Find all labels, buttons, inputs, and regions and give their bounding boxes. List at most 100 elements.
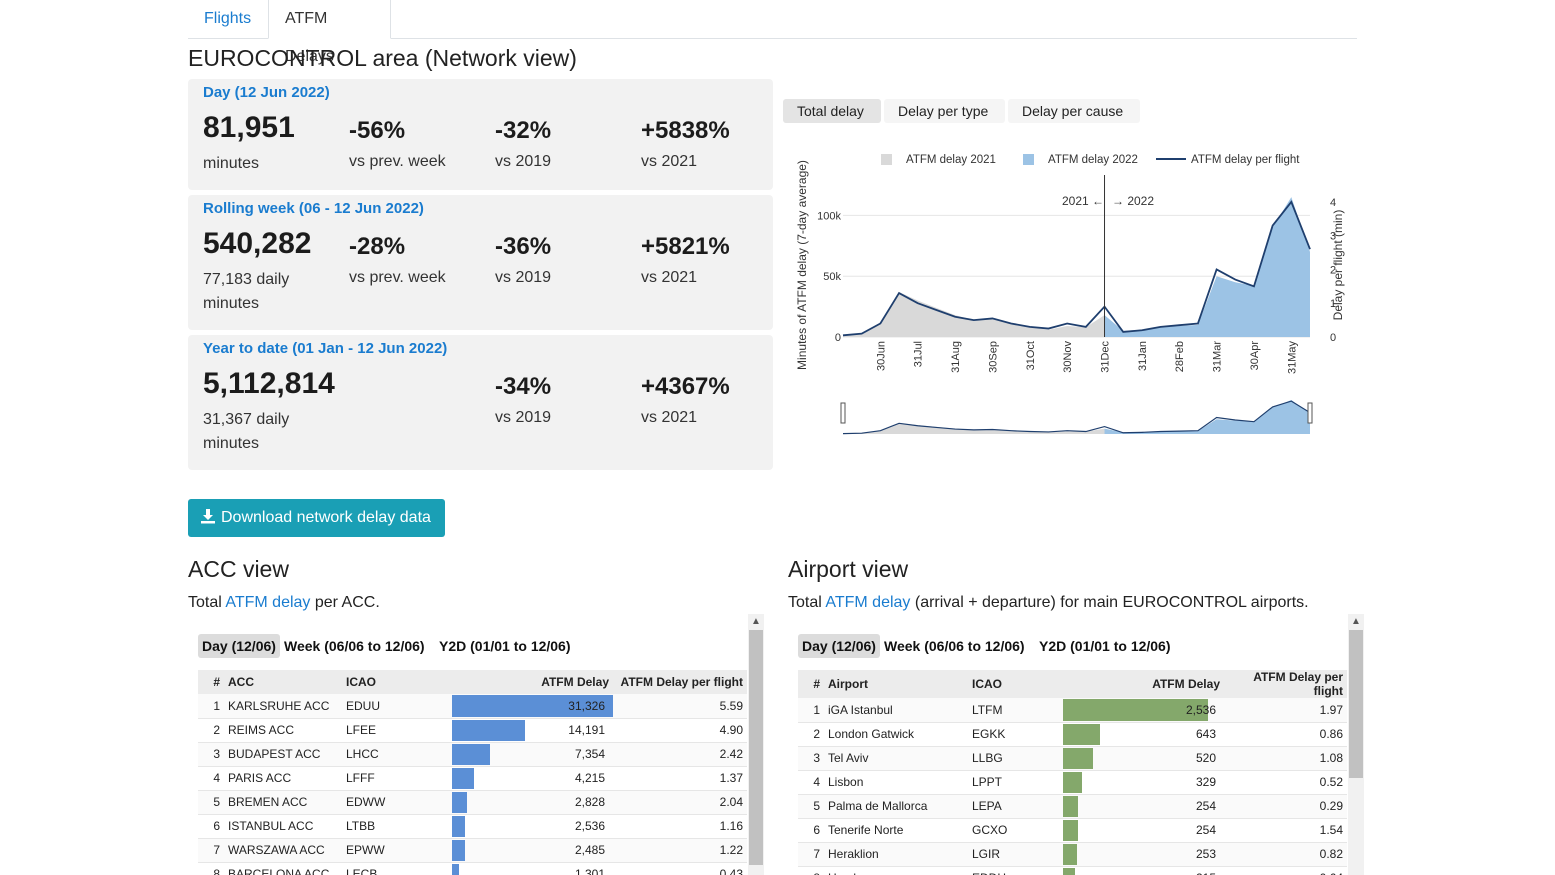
tab-atfm-delays[interactable]: ATFM Delays <box>268 0 391 65</box>
airport-row-delay: 329 <box>1063 770 1224 795</box>
acc-row-per-flight: 2.04 <box>613 790 747 815</box>
airport-table-header: # Airport ICAO ATFM Delay ATFM Delay per… <box>798 670 1347 698</box>
download-network-delay-button[interactable]: Download network delay data <box>188 499 445 537</box>
acc-row-delay: 4,215 <box>452 766 613 791</box>
acc-col-delay-per-flight[interactable]: ATFM Delay per flight <box>613 670 747 694</box>
tab-flights[interactable]: Flights <box>188 0 267 39</box>
acc-delay-value: 2,485 <box>574 843 605 857</box>
airport-row-rank: 3 <box>798 746 824 771</box>
acc-row-delay: 31,326 <box>452 694 613 719</box>
airport-col-rank[interactable]: # <box>798 670 824 698</box>
acc-row-delay: 2,536 <box>452 814 613 839</box>
airport-row-icao: LLBG <box>968 746 1063 771</box>
acc-desc-prefix: Total <box>188 594 226 611</box>
week-card: Rolling week (06 - 12 Jun 2022) 540,282 … <box>188 195 773 330</box>
airport-col-icao[interactable]: ICAO <box>968 670 1063 698</box>
legend-swatch-2022 <box>1023 154 1034 165</box>
legend-label-2021: ATFM delay 2021 <box>906 154 996 166</box>
airport-row-per-flight: 1.08 <box>1224 746 1347 771</box>
airport-col-delay-per-flight[interactable]: ATFM Delay per flight <box>1224 670 1347 698</box>
airport-table-row[interactable]: 6 Tenerife Norte GCXO 254 1.54 <box>798 818 1347 843</box>
acc-col-rank[interactable]: # <box>198 670 224 694</box>
day-vs2019-pct: -32% <box>495 117 552 144</box>
week-prev-week-pct: -28% <box>349 233 406 260</box>
airport-row-delay: 215 <box>1063 866 1224 875</box>
airport-row-per-flight: 0.29 <box>1224 794 1347 819</box>
airport-scrollbar-thumb[interactable] <box>1349 630 1363 778</box>
acc-delay-value: 2,828 <box>574 795 605 809</box>
chart-tab-total-delay[interactable]: Total delay <box>783 99 881 123</box>
airport-tab-week[interactable]: Week (06/06 to 12/06) <box>880 634 1029 658</box>
acc-table-row[interactable]: 8 BARCELONA ACC LECB 1,301 0.43 <box>198 862 747 875</box>
airport-row-name: Hamburg <box>824 866 968 875</box>
airport-table-row[interactable]: 2 London Gatwick EGKK 643 0.86 <box>798 722 1347 747</box>
divider-label-2022: → 2022 <box>1112 194 1154 208</box>
acc-table-row[interactable]: 2 REIMS ACC LFEE 14,191 4.90 <box>198 718 747 743</box>
airport-tab-y2d[interactable]: Y2D (01/01 to 12/06) <box>1035 634 1175 658</box>
acc-table-row[interactable]: 5 BREMEN ACC EDWW 2,828 2.04 <box>198 790 747 815</box>
acc-row-rank: 6 <box>198 814 224 839</box>
airport-row-rank: 8 <box>798 866 824 875</box>
acc-row-icao: EDWW <box>342 790 452 815</box>
airport-row-per-flight: 0.82 <box>1224 842 1347 867</box>
airport-table-row[interactable]: 5 Palma de Mallorca LEPA 254 0.29 <box>798 794 1347 819</box>
acc-scrollbar-thumb[interactable] <box>749 630 763 865</box>
chart-tab-delay-per-cause[interactable]: Delay per cause <box>1008 99 1140 123</box>
airport-atfm-delay-link[interactable]: ATFM delay <box>825 594 910 611</box>
week-vs2019-pct: -36% <box>495 233 552 260</box>
acc-table-row[interactable]: 1 KARLSRUHE ACC EDUU 31,326 5.59 <box>198 694 747 719</box>
airport-table-row[interactable]: 7 Heraklion LGIR 253 0.82 <box>798 842 1347 867</box>
airport-row-delay: 520 <box>1063 746 1224 771</box>
airport-scroll-up-icon[interactable]: ▲ <box>1348 614 1364 630</box>
x-tick-label: 31Oct <box>1025 341 1037 370</box>
airport-row-icao: GCXO <box>968 818 1063 843</box>
acc-table-row[interactable]: 6 ISTANBUL ACC LTBB 2,536 1.16 <box>198 814 747 839</box>
acc-row-name: ISTANBUL ACC <box>224 814 342 839</box>
y-tick-label: 50k <box>823 271 841 283</box>
airport-row-icao: EDDH <box>968 866 1063 875</box>
airport-row-rank: 1 <box>798 698 824 723</box>
range-handle-right <box>1307 402 1313 424</box>
acc-tab-week[interactable]: Week (06/06 to 12/06) <box>280 634 429 658</box>
airport-tab-day[interactable]: Day (12/06) <box>798 634 880 658</box>
airport-col-atfm-delay[interactable]: ATFM Delay <box>1063 670 1224 698</box>
ytd-daily-average: 31,367 daily minutes <box>203 411 290 452</box>
legend-label-per-flight: ATFM delay per flight <box>1191 154 1300 166</box>
acc-delay-value: 1,301 <box>574 867 605 875</box>
acc-row-per-flight: 2.42 <box>613 742 747 767</box>
acc-col-acc[interactable]: ACC <box>224 670 342 694</box>
airport-row-per-flight: 1.54 <box>1224 818 1347 843</box>
acc-atfm-delay-link[interactable]: ATFM delay <box>225 594 310 611</box>
day-card: Day (12 Jun 2022) 81,951 -56% -32% +5838… <box>188 79 773 190</box>
airport-delay-value: 254 <box>1195 799 1216 813</box>
airport-table-row[interactable]: 3 Tel Aviv LLBG 520 1.08 <box>798 746 1347 771</box>
week-prev-week-label: vs prev. week <box>349 269 446 286</box>
acc-view-description: Total ATFM delay per ACC. <box>188 594 380 612</box>
acc-tab-y2d[interactable]: Y2D (01/01 to 12/06) <box>435 634 575 658</box>
acc-row-icao: LFEE <box>342 718 452 743</box>
x-tick-label: 30Apr <box>1249 341 1261 371</box>
acc-row-per-flight: 1.22 <box>613 838 747 863</box>
acc-table: # ACC ICAO ATFM Delay ATFM Delay per fli… <box>198 670 747 875</box>
acc-tab-day[interactable]: Day (12/06) <box>198 634 280 658</box>
acc-col-icao[interactable]: ICAO <box>342 670 452 694</box>
acc-table-row[interactable]: 7 WARSZAWA ACC EPWW 2,485 1.22 <box>198 838 747 863</box>
acc-row-name: BREMEN ACC <box>224 790 342 815</box>
network-delay-chart[interactable]: ATFM delay 2021 ATFM delay 2022 ATFM del… <box>783 140 1363 440</box>
airport-row-name: Lisbon <box>824 770 968 795</box>
chart-tab-delay-per-type[interactable]: Delay per type <box>884 99 1005 123</box>
airport-table-row[interactable]: 4 Lisbon LPPT 329 0.52 <box>798 770 1347 795</box>
airport-row-delay: 2,536 <box>1063 698 1224 723</box>
acc-row-rank: 4 <box>198 766 224 791</box>
airport-row-rank: 6 <box>798 818 824 843</box>
airport-table-row[interactable]: 8HamburgEDDH 215 0.64 <box>798 866 1347 875</box>
acc-row-rank: 8 <box>198 862 224 875</box>
airport-row-name: Tenerife Norte <box>824 818 968 843</box>
airport-col-airport[interactable]: Airport <box>824 670 968 698</box>
acc-scroll-up-icon[interactable]: ▲ <box>748 614 764 630</box>
airport-table-row[interactable]: 1 iGA Istanbul LTFM 2,536 1.97 <box>798 698 1347 723</box>
acc-table-row[interactable]: 4 PARIS ACC LFFF 4,215 1.37 <box>198 766 747 791</box>
chart-legend: ATFM delay 2021 ATFM delay 2022 ATFM del… <box>881 154 1300 166</box>
acc-table-row[interactable]: 3 BUDAPEST ACC LHCC 7,354 2.42 <box>198 742 747 767</box>
acc-col-atfm-delay[interactable]: ATFM Delay <box>452 670 613 694</box>
